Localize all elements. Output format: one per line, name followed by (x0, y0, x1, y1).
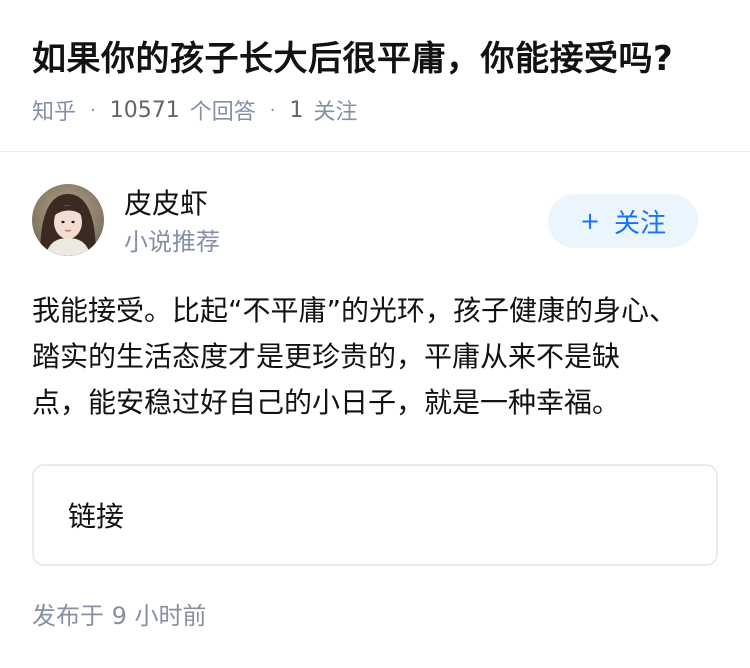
link-card[interactable]: 链接 (32, 464, 718, 566)
avatar[interactable] (32, 184, 104, 256)
link-card-label: 链接 (68, 500, 125, 533)
answer-count-label: 个回答 (189, 100, 256, 125)
question-title[interactable]: 如果你的孩子长大后很平庸，你能接受吗? (32, 36, 673, 82)
author-name[interactable]: 皮皮虾 (124, 186, 208, 222)
question-meta: 知乎 · 10571 个回答 · 1 关注 (32, 94, 358, 126)
follow-count-label: 关注 (313, 100, 358, 125)
separator-dot: · (269, 99, 276, 121)
answer-content[interactable]: 我能接受。比起“不平庸”的光环，孩子健康的身心、 踏实的生活态度才是更珍贵的，平庸… (32, 288, 722, 426)
follow-button[interactable]: + 关注 (548, 194, 698, 248)
girl-portrait-avatar-icon (32, 184, 104, 256)
author-bio: 小说推荐 (124, 228, 220, 256)
answer-count: 10571 (109, 97, 180, 123)
separator-dot: · (90, 99, 96, 121)
divider (0, 151, 750, 152)
published-prefix: 发布于 (32, 602, 104, 630)
source-label[interactable]: 知乎 (32, 94, 76, 126)
published-time-value: 9 小时前 (111, 602, 207, 630)
answer-line: 我能接受。比起“不平庸”的光环，孩子健康的身心、 (32, 294, 678, 327)
follow-button-label: 关注 (614, 208, 667, 239)
follow-count: 1 (289, 97, 304, 123)
answer-line: 点，能安稳过好自己的小日子，就是一种幸福。 (32, 386, 621, 419)
plus-icon: + (579, 207, 601, 235)
published-time: 发布于 9 小时前 (32, 600, 207, 632)
answer-line: 踏实的生活态度才是更珍贵的，平庸从来不是缺 (32, 340, 621, 373)
